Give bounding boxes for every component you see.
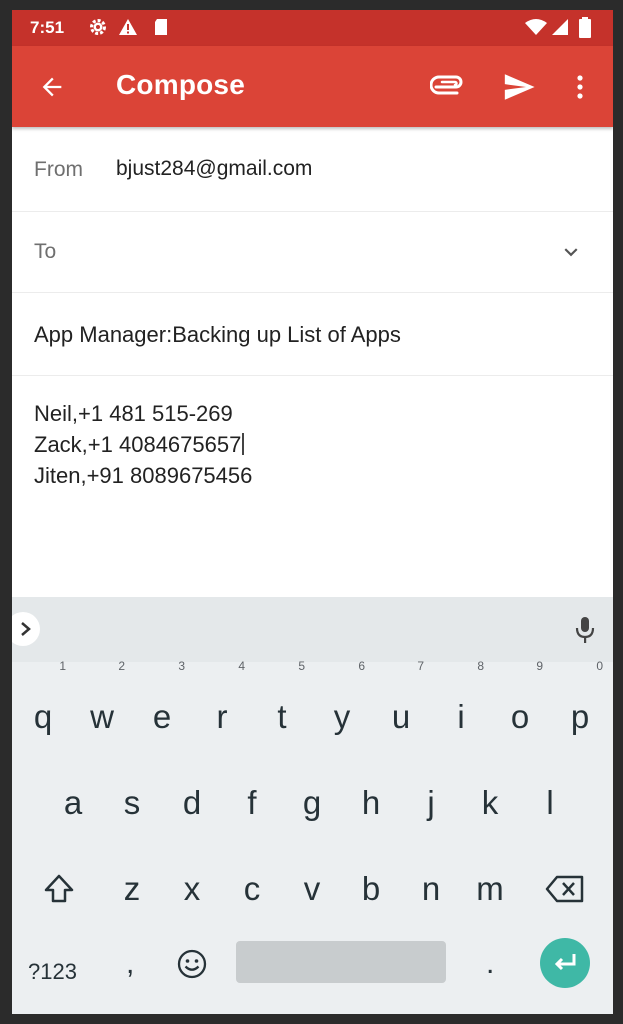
to-row[interactable]: To bbox=[12, 211, 613, 293]
emoji-icon[interactable] bbox=[176, 948, 208, 980]
key-g[interactable]: g bbox=[285, 768, 339, 838]
signal-icon bbox=[552, 19, 568, 35]
key-label: e bbox=[152, 698, 172, 735]
more-vert-icon[interactable] bbox=[569, 73, 591, 101]
chevron-down-icon[interactable] bbox=[558, 239, 584, 265]
key-label: t bbox=[277, 698, 287, 735]
key-y[interactable]: y6 bbox=[315, 660, 369, 752]
key-v[interactable]: v bbox=[285, 854, 339, 924]
key-label: q bbox=[33, 698, 53, 735]
key-hint: 1 bbox=[59, 659, 66, 673]
key-label: p bbox=[570, 698, 590, 735]
page-title: Compose bbox=[116, 69, 245, 100]
key-o[interactable]: o9 bbox=[493, 660, 547, 752]
key-hint: 9 bbox=[536, 659, 543, 673]
key-s[interactable]: s bbox=[105, 768, 159, 838]
body-line: Neil,+1 481 515-269 bbox=[34, 401, 233, 426]
key-x[interactable]: x bbox=[165, 854, 219, 924]
key-hint: 4 bbox=[238, 659, 245, 673]
key-a[interactable]: a bbox=[46, 768, 100, 838]
key-q[interactable]: q1 bbox=[16, 660, 70, 752]
from-row: From bjust284@gmail.com bbox=[12, 127, 613, 212]
key-hint: 2 bbox=[118, 659, 125, 673]
key-t[interactable]: t5 bbox=[255, 660, 309, 752]
key-u[interactable]: u7 bbox=[374, 660, 428, 752]
comma-key[interactable]: , bbox=[126, 947, 134, 981]
subject-field[interactable]: App Manager:Backing up List of Apps bbox=[34, 322, 401, 348]
shift-key[interactable] bbox=[32, 854, 86, 924]
key-label: o bbox=[510, 698, 530, 735]
key-label: w bbox=[90, 698, 114, 735]
backspace-key[interactable] bbox=[538, 854, 592, 924]
period-key[interactable]: . bbox=[486, 947, 494, 981]
body-line-text: Zack,+1 4084675657 bbox=[34, 432, 242, 457]
body-line: Jiten,+91 8089675456 bbox=[34, 463, 253, 488]
status-time: 7:51 bbox=[30, 18, 65, 37]
compose-body[interactable]: Neil,+1 481 515-269 Zack,+1 4084675657 J… bbox=[34, 398, 252, 491]
symbols-key[interactable]: ?123 bbox=[28, 959, 77, 985]
key-p[interactable]: p0 bbox=[553, 660, 607, 752]
key-f[interactable]: f bbox=[225, 768, 279, 838]
mic-icon[interactable] bbox=[574, 615, 596, 645]
key-label: r bbox=[216, 698, 228, 735]
back-arrow-icon[interactable] bbox=[38, 73, 66, 101]
battery-icon bbox=[579, 17, 591, 38]
key-hint: 6 bbox=[358, 659, 365, 673]
key-k[interactable]: k bbox=[463, 768, 517, 838]
key-label: i bbox=[457, 698, 465, 735]
app-bar: Compose bbox=[12, 46, 613, 127]
subject-row[interactable]: App Manager:Backing up List of Apps bbox=[12, 293, 613, 376]
enter-key[interactable] bbox=[540, 938, 590, 988]
key-j[interactable]: j bbox=[404, 768, 458, 838]
key-r[interactable]: r4 bbox=[195, 660, 249, 752]
shift-icon bbox=[44, 874, 74, 903]
body-line: Zack,+1 4084675657 bbox=[34, 429, 252, 460]
expand-suggestions-icon bbox=[21, 622, 31, 636]
send-icon[interactable] bbox=[502, 70, 536, 104]
key-m[interactable]: m bbox=[463, 854, 517, 924]
from-label: From bbox=[34, 158, 83, 181]
soft-keyboard: q1 w2 e3 r4 t5 y6 u7 i8 o9 p0 a s d f g … bbox=[12, 597, 613, 1014]
phone-screen: 7:51 Compose From bjust284@gmail.com To … bbox=[12, 10, 613, 1014]
key-label: u bbox=[391, 698, 411, 735]
key-l[interactable]: l bbox=[523, 768, 577, 838]
key-hint: 8 bbox=[477, 659, 484, 673]
enter-icon bbox=[554, 954, 576, 971]
key-label: y bbox=[333, 698, 351, 735]
status-bar: 7:51 bbox=[12, 10, 613, 46]
warning-icon bbox=[119, 19, 137, 35]
key-hint: 0 bbox=[596, 659, 603, 673]
settings-icon bbox=[90, 19, 106, 35]
expand-suggestions-button[interactable] bbox=[12, 612, 40, 646]
from-value[interactable]: bjust284@gmail.com bbox=[116, 157, 312, 181]
backspace-icon bbox=[545, 875, 584, 903]
key-e[interactable]: e3 bbox=[135, 660, 189, 752]
key-w[interactable]: w2 bbox=[75, 660, 129, 752]
key-hint: 7 bbox=[417, 659, 424, 673]
space-key[interactable] bbox=[236, 941, 446, 983]
key-n[interactable]: n bbox=[404, 854, 458, 924]
key-hint: 3 bbox=[178, 659, 185, 673]
key-b[interactable]: b bbox=[344, 854, 398, 924]
sd-card-icon bbox=[155, 19, 167, 35]
key-c[interactable]: c bbox=[225, 854, 279, 924]
to-label: To bbox=[34, 240, 57, 263]
suggestion-strip bbox=[12, 597, 613, 662]
key-z[interactable]: z bbox=[105, 854, 159, 924]
key-hint: 5 bbox=[298, 659, 305, 673]
key-h[interactable]: h bbox=[344, 768, 398, 838]
key-d[interactable]: d bbox=[165, 768, 219, 838]
key-i[interactable]: i8 bbox=[434, 660, 488, 752]
text-cursor bbox=[242, 433, 245, 455]
wifi-icon bbox=[525, 19, 547, 35]
attach-icon[interactable] bbox=[430, 72, 466, 102]
